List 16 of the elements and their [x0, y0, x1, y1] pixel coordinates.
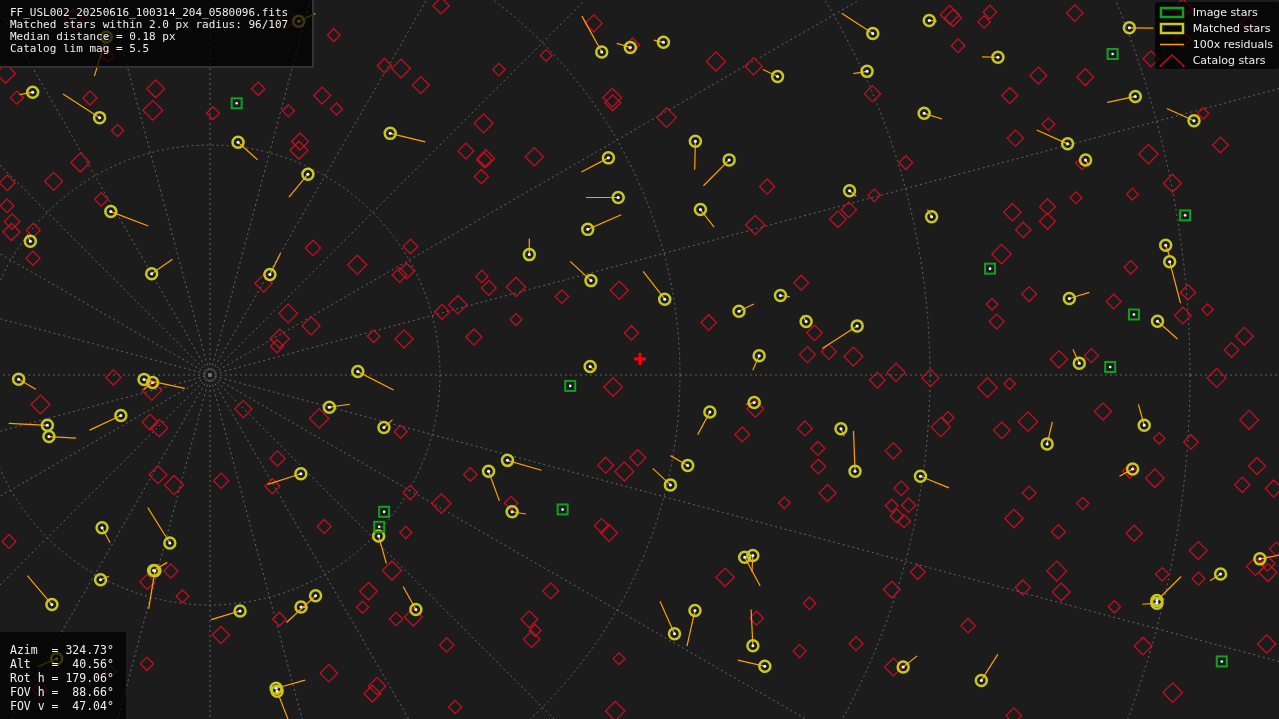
pointing-text: FOV h = 88.66° — [10, 685, 114, 699]
info-text: Matched stars within 2.0 px radius: 96/107 — [10, 19, 290, 31]
legend-label: Catalog stars — [1192, 54, 1266, 67]
pointing-text: FOV v = 47.04° — [10, 699, 114, 713]
legend-label: Matched stars — [1192, 22, 1271, 35]
matched-star-rectangle-icon — [1158, 22, 1185, 35]
info-text: Catalog lim mag = 5.5 — [10, 43, 151, 55]
diamond-icon — [1158, 54, 1185, 67]
pointing-text: Rot h = 179.06° — [10, 671, 114, 685]
legend-label: 100x residuals — [1192, 38, 1273, 51]
legend-label: Image stars — [1192, 6, 1258, 19]
info-text: Median distance = 0.18 px — [10, 31, 177, 43]
pointing-text: Azim = 324.73° — [10, 643, 114, 657]
info-text: FF_USL002_20250616_100314_204_0580096.fits — [10, 7, 290, 19]
pointing-text: Alt = 40.56° — [10, 657, 114, 671]
image-star-rectangle-icon — [1158, 6, 1185, 19]
